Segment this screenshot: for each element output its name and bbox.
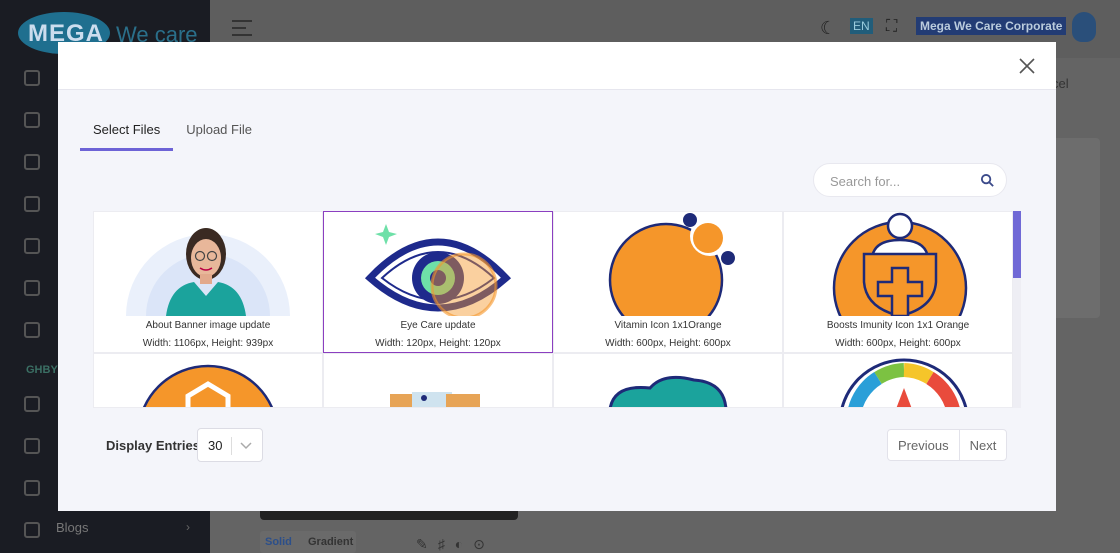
layout-icon[interactable] bbox=[24, 480, 40, 496]
file-grid-scrollbar[interactable] bbox=[1013, 211, 1021, 408]
file-name: About Banner image update bbox=[145, 320, 271, 331]
display-entries-select[interactable]: 30 bbox=[197, 428, 263, 462]
table-icon[interactable] bbox=[24, 396, 40, 412]
chevron-down-icon bbox=[240, 442, 252, 450]
company-badge[interactable]: Mega We Care Corporate bbox=[916, 17, 1067, 35]
file-card-medicine-boxes[interactable] bbox=[323, 353, 553, 408]
megaphone-icon[interactable] bbox=[24, 154, 40, 170]
file-card-boosts-immunity[interactable]: Boosts Imunity Icon 1x1 Orange Width: 60… bbox=[783, 211, 1013, 353]
tab-select-files[interactable]: Select Files bbox=[80, 114, 174, 151]
cloud-thumbnail bbox=[554, 354, 782, 407]
search-input[interactable] bbox=[830, 172, 970, 190]
medical-kit-icon[interactable] bbox=[24, 322, 40, 338]
file-card-eye-care[interactable]: Eye Care update Width: 120px, Height: 12… bbox=[323, 211, 553, 353]
sidebar-item-blogs[interactable]: Blogs bbox=[56, 520, 89, 535]
file-tabs: Select Files Upload File bbox=[80, 114, 265, 152]
file-card-about-banner[interactable]: About Banner image update Width: 1106px,… bbox=[93, 211, 323, 353]
honeycomb-thumbnail bbox=[94, 354, 322, 407]
chat-icon[interactable] bbox=[24, 280, 40, 296]
briefcase-icon[interactable] bbox=[24, 238, 40, 254]
table-icon-2[interactable] bbox=[24, 438, 40, 454]
search-icon[interactable] bbox=[980, 173, 995, 188]
file-grid: About Banner image update Width: 1106px,… bbox=[93, 211, 1021, 408]
gauge-thumbnail bbox=[784, 354, 1012, 407]
file-dimensions: Width: 1106px, Height: 939px bbox=[142, 338, 274, 349]
file-name: Eye Care update bbox=[400, 320, 476, 331]
scrollbar-thumb[interactable] bbox=[1013, 211, 1021, 278]
tab-gradient[interactable]: Gradient bbox=[308, 536, 353, 548]
previous-button[interactable]: Previous bbox=[888, 430, 960, 460]
vitamin-thumbnail bbox=[554, 212, 782, 316]
moon-icon[interactable]: ☾ bbox=[820, 18, 836, 39]
file-card-cloud-icon[interactable] bbox=[553, 353, 783, 408]
display-entries-label: Display Entries: bbox=[106, 438, 205, 453]
file-dimensions: Width: 120px, Height: 120px bbox=[375, 338, 501, 349]
users-icon[interactable] bbox=[24, 70, 40, 86]
tab-upload-file[interactable]: Upload File bbox=[173, 114, 265, 151]
close-icon[interactable] bbox=[1016, 55, 1038, 77]
banner-thumbnail bbox=[94, 212, 322, 316]
file-dimensions: Width: 600px, Height: 600px bbox=[835, 338, 961, 349]
file-name: Boosts Imunity Icon 1x1 Orange bbox=[826, 320, 970, 331]
fullscreen-icon[interactable]: ⛶ bbox=[886, 18, 897, 36]
file-card-honeycomb-icon[interactable] bbox=[93, 353, 323, 408]
select-separator bbox=[231, 437, 232, 455]
next-button[interactable]: Next bbox=[960, 430, 1007, 460]
keyboard-icon-2[interactable] bbox=[24, 522, 40, 538]
chevron-right-icon: › bbox=[186, 520, 190, 534]
eye-care-thumbnail bbox=[324, 212, 552, 316]
tab-solid[interactable]: Solid bbox=[265, 536, 292, 548]
pagination: Previous Next bbox=[887, 429, 1008, 461]
file-dimensions: Width: 600px, Height: 600px bbox=[605, 338, 731, 349]
keyboard-icon[interactable] bbox=[24, 112, 40, 128]
sidebar-group-label: GHBY bbox=[26, 364, 58, 376]
modal-header bbox=[58, 42, 1056, 90]
menu-toggle-icon[interactable] bbox=[232, 20, 252, 36]
language-badge[interactable]: EN bbox=[850, 18, 873, 34]
file-name: Vitamin Icon 1x1Orange bbox=[614, 320, 722, 331]
search-box bbox=[813, 163, 1007, 197]
avatar[interactable] bbox=[1072, 12, 1096, 42]
file-card-gauge-icon[interactable] bbox=[783, 353, 1013, 408]
file-manager-modal: Select Files Upload File Search for... A… bbox=[58, 42, 1056, 511]
megaphone-icon-2[interactable] bbox=[24, 196, 40, 212]
display-entries-value: 30 bbox=[208, 438, 223, 453]
medicine-thumbnail bbox=[324, 354, 552, 407]
editor-tools-icons[interactable]: ✎♯◐⊙ bbox=[416, 536, 495, 553]
file-card-vitamin-icon[interactable]: Vitamin Icon 1x1Orange Width: 600px, Hei… bbox=[553, 211, 783, 353]
immunity-thumbnail bbox=[784, 212, 1012, 316]
